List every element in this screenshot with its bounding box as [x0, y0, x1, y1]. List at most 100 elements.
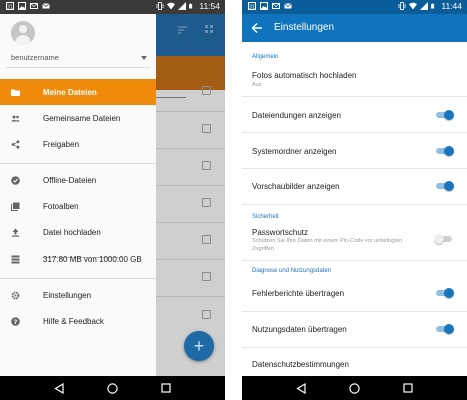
pref-title: Systemordner anzeigen — [252, 147, 337, 156]
row-checkbox[interactable] — [202, 124, 211, 133]
divider — [6, 67, 150, 68]
row-checkbox[interactable] — [202, 235, 211, 244]
pref-systemordner-anzeigen[interactable]: Systemordner anzeigen — [242, 133, 467, 168]
pref-summary: Aus — [252, 82, 262, 88]
drawer-item-label: Offline-Dateien — [43, 176, 97, 185]
notification-icon: 31 — [6, 2, 14, 10]
toggle-switch-passwortschutz[interactable] — [433, 234, 456, 244]
system-nav-bar — [0, 376, 225, 400]
divider — [0, 163, 156, 164]
drawer-item-fotoalben[interactable]: Fotoalben — [0, 193, 156, 219]
drawer-item-label: Gemeinsame Dateien — [43, 114, 121, 123]
pref-dateiendungen-anzeigen[interactable]: Dateiendungen anzeigen — [242, 97, 467, 132]
dimmed-file-list — [156, 14, 225, 376]
pref-fotos-automatisch-hochladen[interactable]: Fotos automatisch hochladen Aus — [242, 62, 467, 96]
photo-albums-icon — [11, 202, 20, 211]
drawer-item-storage: 317.80 MB von 1000.00 GB — [0, 246, 156, 272]
row-checkbox[interactable] — [202, 198, 211, 207]
pref-nutzungsdaten-uebertragen[interactable]: Nutzungsdaten übertragen — [242, 312, 467, 347]
toggle-switch-nutzungsdaten[interactable] — [433, 324, 456, 334]
folder-icon — [11, 89, 20, 96]
offline-pin-icon — [11, 176, 20, 185]
notification-icon: 31 — [248, 2, 256, 10]
drawer-item-freigaben[interactable]: Freigaben — [0, 131, 156, 157]
toggle-switch-dateiendungen[interactable] — [433, 110, 456, 120]
mail-icon — [30, 3, 38, 9]
dimmed-row-line — [156, 222, 225, 223]
drawer-item-einstellungen[interactable]: Einstellungen — [0, 282, 156, 308]
row-checkbox[interactable] — [202, 310, 211, 319]
upload-icon — [12, 228, 19, 237]
status-time: 11:54 — [199, 1, 220, 11]
drawer-item-offline-dateien[interactable]: Offline-Dateien — [0, 167, 156, 193]
section-header-diagnose: Diagnose und Nutzungsdaten — [252, 268, 332, 274]
gear-icon — [11, 291, 20, 300]
drawer-item-label: Freigaben — [43, 140, 80, 149]
dimmed-row-line — [156, 296, 225, 297]
drawer-item-meine-dateien[interactable]: Meine Dateien — [0, 79, 156, 105]
toggle-switch-fehlerberichte[interactable] — [433, 288, 456, 298]
section-header-sicherheit: Sicherheit — [252, 214, 279, 220]
divider — [0, 278, 156, 279]
navigation-drawer: benutzername Meine Dateien Gemeinsame Da… — [0, 14, 156, 376]
pref-title: Fehlerberichte übertragen — [252, 289, 345, 298]
pref-summary: Schützen Sie Ihre Daten mit einem Pin-Co… — [252, 238, 403, 244]
left-screen: 31 11:54 + benutzername Meine Dateien Ge… — [0, 0, 225, 400]
pref-title: Passwortschutz — [252, 228, 309, 237]
grid-view-icon — [205, 25, 213, 33]
drawer-item-gemeinsame-dateien[interactable]: Gemeinsame Dateien — [0, 105, 156, 131]
pref-passwortschutz[interactable]: Passwortschutz Schützen Sie Ihre Daten m… — [242, 222, 467, 260]
home-nav-icon[interactable] — [107, 382, 118, 394]
back-arrow-icon[interactable] — [251, 22, 263, 34]
back-nav-icon[interactable] — [295, 382, 306, 394]
wifi-icon — [409, 2, 418, 10]
pref-vorschaubilder-anzeigen[interactable]: Vorschaubilder anzeigen — [242, 169, 467, 204]
section-header-allgemein: Allgemein — [252, 54, 279, 60]
pref-title: Fotos automatisch hochladen — [252, 71, 357, 80]
toggle-switch-systemordner[interactable] — [433, 146, 456, 156]
back-nav-icon[interactable] — [53, 382, 64, 394]
chevron-down-icon — [141, 56, 147, 60]
battery-icon — [189, 3, 193, 9]
recents-nav-icon[interactable] — [161, 383, 171, 393]
drawer-item-label: Einstellungen — [43, 291, 92, 300]
divider — [242, 260, 467, 261]
vibrate-icon — [398, 2, 406, 10]
page-title: Einstellungen — [274, 22, 335, 33]
status-bar: 31 11:44 — [242, 0, 467, 14]
dimmed-row-line — [156, 111, 225, 112]
status-bar: 31 11:54 — [0, 0, 225, 14]
drawer-item-label: Meine Dateien — [43, 88, 97, 97]
add-fab-button[interactable]: + — [184, 331, 214, 361]
signal-icon — [420, 2, 429, 10]
pref-fehlerberichte-uebertragen[interactable]: Fehlerberichte übertragen — [242, 276, 467, 311]
drawer-item-hilfe-feedback[interactable]: ? Hilfe & Feedback — [0, 308, 156, 334]
signal-icon — [178, 2, 187, 10]
dimmed-toolbar — [156, 14, 225, 56]
pref-title: Nutzungsdaten übertragen — [252, 325, 347, 334]
drawer-item-label: Fotoalben — [43, 202, 79, 211]
svg-text:?: ? — [14, 318, 18, 326]
share-icon — [11, 140, 20, 149]
avatar[interactable] — [11, 21, 35, 45]
app-bar: Einstellungen — [242, 14, 467, 42]
home-nav-icon[interactable] — [349, 382, 360, 394]
account-name: benutzername — [11, 53, 59, 62]
row-checkbox[interactable] — [202, 161, 211, 170]
svg-text:31: 31 — [7, 4, 13, 10]
storage-icon — [11, 255, 20, 264]
status-time: 11:44 — [441, 1, 462, 11]
toggle-switch-vorschaubilder[interactable] — [433, 181, 456, 191]
mail-icon — [272, 3, 280, 9]
dimmed-row-line — [156, 148, 225, 149]
row-checkbox[interactable] — [202, 86, 211, 95]
dimmed-row-line — [156, 259, 225, 260]
drawer-item-datei-hochladen[interactable]: Datei hochladen — [0, 219, 156, 245]
row-checkbox[interactable] — [202, 272, 211, 281]
pref-title: Datenschutzbestimmungen — [252, 360, 349, 369]
account-switcher[interactable]: benutzername — [11, 53, 147, 65]
system-nav-bar — [242, 376, 467, 400]
battery-icon — [431, 3, 435, 9]
recents-nav-icon[interactable] — [403, 383, 413, 393]
pref-datenschutzbestimmungen[interactable]: Datenschutzbestimmungen — [242, 348, 467, 376]
